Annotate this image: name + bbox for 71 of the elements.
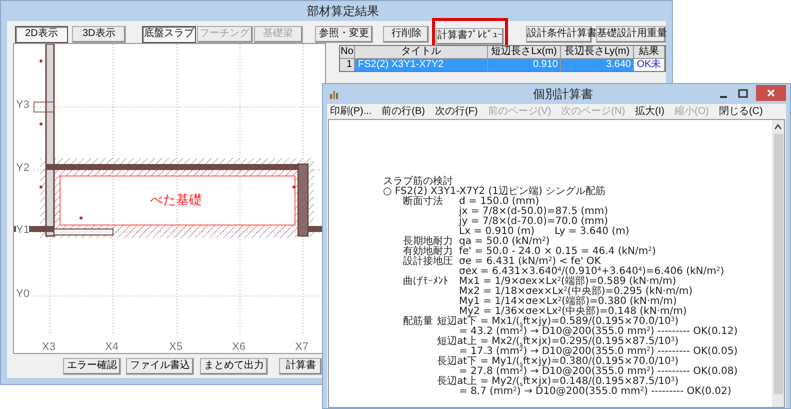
document-text: qa = 50.0 (kN/m$^{2}$) xyxy=(459,237,550,247)
document-label: 有効地耐力 xyxy=(403,246,453,257)
action-button[interactable]: エラー確認 xyxy=(63,358,121,374)
document-text: ○ FS2(2) X3Y1-X7Y2 (1辺ピン端) シングル配筋 xyxy=(383,187,606,197)
document-text: fe' = 50.0 - 24.0 × 0.15 = 46.4 (kN/m$^{2}$) xyxy=(459,247,656,257)
grid-axis-label: X4 xyxy=(105,342,118,353)
window-title: 部材算定結果 xyxy=(307,3,379,20)
table-cell: 0.910 xyxy=(488,59,561,71)
toolbar-button[interactable]: 計算書ﾌﾟﾚﾋﾞｭｰ xyxy=(436,28,504,44)
table-cell: OK未 xyxy=(634,59,665,71)
document-text: My1 = 1/14×σe×Lx$^{2}$(端部)=0.380 (kN·m/m) xyxy=(459,297,677,307)
scroll-thumb[interactable] xyxy=(774,134,782,394)
grid-axis-label: X6 xyxy=(232,342,246,353)
grid-axis-label: X3 xyxy=(42,342,56,353)
document-text: σex = 6.431×3.640$^{4}$/(0.910$^{4}$+3.640$^{4}$)=6.406 (kN/m$^{2}$) xyxy=(459,267,724,277)
action-button[interactable]: 計算書 xyxy=(279,358,322,374)
document-text: Lx = 0.910 (m) Ly = 3.640 (m) xyxy=(459,227,630,237)
maximize-icon[interactable] xyxy=(738,89,748,99)
menu-item[interactable]: 前の行(B) xyxy=(382,106,426,116)
document-label: 長辺at上 xyxy=(437,377,478,387)
grid-axis-label: X5 xyxy=(169,342,182,353)
menu-item[interactable]: 閉じる(C) xyxy=(718,106,763,116)
document-text: jx = 7/8×(d-50.0)=87.5 (mm) xyxy=(459,207,608,217)
document-label: 長期地耐力 xyxy=(403,236,453,247)
document-text: σe = 6.431 (kN/m$^{2}$) < fe' OK xyxy=(459,257,601,267)
document-label: 長辺at下 xyxy=(437,357,478,367)
document-label: 短辺at下 xyxy=(437,317,478,327)
document-text: = My1/($_{s}$ft×jy)=0.380/(0.195×70.0/10$^{3}$) xyxy=(480,357,679,367)
slab-label: べた基礎 xyxy=(150,193,202,206)
table-cell: 1 xyxy=(340,59,355,71)
document-text: = 8.7 (mm$^{2}$) → D10@200(355.0 mm$^{2}$) --------- OK(0.02) xyxy=(459,387,732,397)
document-text: = 43.2 (mm$^{2}$) → D10@200(355.0 mm$^{2}$) --------- OK(0.12) xyxy=(459,327,738,337)
document-label: 設計接地圧 xyxy=(403,256,453,267)
toolbar-button[interactable]: 基礎設計用重量 xyxy=(596,26,666,42)
document-text: Mx2 = 1/18×σex×Lx$^{2}$(中央部)=0.295 (kN·m/m) xyxy=(459,287,693,297)
grid-axis-label: Y2 xyxy=(16,163,30,174)
document-label: 曲げﾓｰﾒﾝﾄ xyxy=(403,276,448,287)
document-label: 配筋量 xyxy=(403,316,433,327)
document-text: = 17.3 (mm$^{2}$) → D10@200(355.0 mm$^{2}$) --------- OK(0.05) xyxy=(459,347,738,357)
menu-item[interactable]: 印刷(P)... xyxy=(330,106,372,116)
toolbar-button[interactable]: 3D表示 xyxy=(72,26,126,42)
action-button[interactable]: まとめて出力 xyxy=(200,358,268,374)
toolbar-button[interactable]: 行削除 xyxy=(383,26,430,42)
table-cell: FS2(2) X3Y1-X7Y2 xyxy=(355,59,488,71)
toolbar-button[interactable]: 参照・変更 xyxy=(314,26,374,42)
document-label: 断面寸法 xyxy=(403,196,443,207)
document-text: jy = 7/8×(d-70.0)=70.0 (mm) xyxy=(459,217,608,227)
action-button[interactable]: ファイル書込 xyxy=(126,358,194,374)
grid-axis-label: Y0 xyxy=(16,289,30,300)
table-row[interactable]: 1 FS2(2) X3Y1-X7Y2 0.910 3.640 OK未 xyxy=(340,59,665,71)
document-text: = My2/($_{s}$ft×jx)=0.148/(0.195×87.5/10$^{3}$) xyxy=(480,377,679,387)
grid-axis-label: Y3 xyxy=(16,100,30,111)
document-text: スラブ筋の検討 xyxy=(383,177,453,187)
grid-axis-label: X7 xyxy=(295,342,308,353)
menu-item[interactable]: 次の行(F) xyxy=(435,106,478,116)
window-title: 個別計算書 xyxy=(533,86,593,103)
menu-item[interactable]: 拡大(I) xyxy=(635,106,664,116)
grid-axis-label: Y1 xyxy=(16,225,30,236)
scrollbar[interactable] xyxy=(772,120,784,407)
document-text: d = 150.0 (mm) xyxy=(459,197,540,207)
app-icon xyxy=(329,89,339,99)
toolbar-button[interactable]: 2D表示 xyxy=(15,26,68,42)
document-text: = Mx1/($_{s}$ft×jy)=0.589/(0.195×70.0/10$^{3}$) xyxy=(480,317,679,327)
document-text: = 27.8 (mm$^{2}$) → D10@200(355.0 mm$^{2}$) --------- OK(0.08) xyxy=(459,367,738,377)
document-text: = Mx2/($_{s}$ft×jx)=0.295/(0.195×87.5/10$^{3}$) xyxy=(480,337,679,347)
document-text: My2 = 1/36×σe×Lx$^{2}$(中央部)=0.148 (kN·m/m) xyxy=(459,307,687,317)
close-button[interactable] xyxy=(756,84,786,100)
document-label: 短辺at上 xyxy=(437,337,478,347)
close-icon xyxy=(767,88,775,96)
toolbar-button[interactable]: 底盤スラブ xyxy=(142,26,196,42)
document-text: Mx1 = 1/9×σex×Lx$^{2}$(端部)=0.589 (kN·m/m) xyxy=(459,277,676,287)
